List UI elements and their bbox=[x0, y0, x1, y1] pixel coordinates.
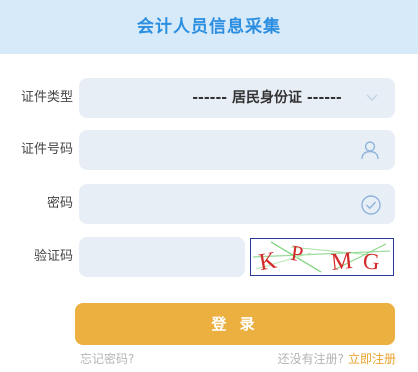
page-title: 会计人员信息采集 bbox=[0, 0, 418, 54]
id-number-field bbox=[79, 130, 395, 170]
password-label: 密码 bbox=[46, 196, 73, 211]
captcha-field bbox=[79, 237, 245, 277]
captcha-label: 验证码 bbox=[33, 249, 73, 264]
login-button[interactable]: 登 录 bbox=[75, 303, 395, 345]
captcha-letter: G bbox=[362, 248, 381, 274]
user-icon bbox=[361, 141, 379, 160]
id-type-select[interactable]: ------ 居民身份证 ------ bbox=[79, 78, 395, 118]
captcha-letter: P bbox=[289, 240, 305, 266]
captcha-image[interactable]: K P M G bbox=[250, 238, 394, 276]
forgot-password-link[interactable]: 忘记密码? bbox=[80, 350, 134, 368]
chevron-down-icon bbox=[366, 94, 378, 102]
id-number-input[interactable] bbox=[79, 130, 395, 170]
password-input[interactable] bbox=[79, 184, 395, 224]
password-field bbox=[79, 184, 395, 224]
id-type-selected-value: ------ 居民身份证 ------ bbox=[192, 90, 342, 106]
id-type-label: 证件类型 bbox=[20, 90, 73, 105]
register-link[interactable]: 立即注册 bbox=[348, 352, 396, 366]
check-circle-icon bbox=[361, 195, 381, 215]
no-account-text: 还没有注册? bbox=[277, 352, 344, 366]
captcha-letter: M bbox=[330, 248, 354, 274]
captcha-letter: K bbox=[257, 247, 279, 274]
captcha-input[interactable] bbox=[79, 237, 245, 277]
id-number-label: 证件号码 bbox=[20, 142, 73, 157]
register-area: 还没有注册? 立即注册 bbox=[278, 350, 396, 368]
captcha-graphic: K P M G bbox=[252, 240, 391, 276]
